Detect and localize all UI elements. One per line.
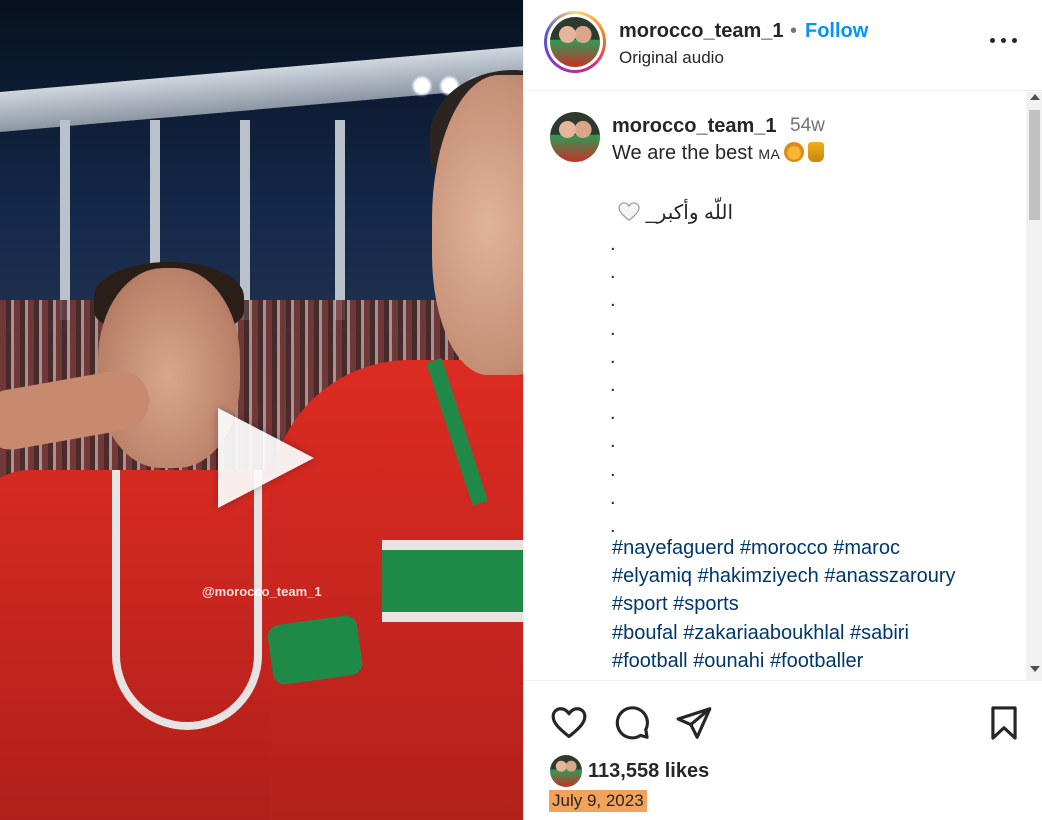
stadium-pillar — [60, 120, 70, 320]
caption-dot-line: . — [610, 317, 616, 340]
hashtag-link[interactable]: #sport — [612, 593, 668, 615]
bookmark-icon[interactable] — [985, 704, 1023, 742]
hashtag-link[interactable]: #nayefaguerd — [612, 537, 734, 559]
audio-link[interactable]: Original audio — [619, 48, 724, 68]
divider — [524, 680, 1042, 681]
caption-dot-line: . — [610, 261, 616, 284]
caption-dot-line: . — [610, 233, 616, 255]
caption-text: We are the best MA — [612, 142, 825, 165]
caption-dot-line: . — [610, 289, 616, 312]
hashtag-link[interactable]: #footballer — [770, 650, 863, 672]
hashtag-line: #football #ounahi #footballer — [612, 647, 1012, 675]
hashtag-line: #nayefaguerd #morocco #maroc — [612, 534, 1012, 562]
hashtag-line: #elyamiq #hakimziyech #anasszaroury — [612, 562, 1012, 590]
hashtag-link[interactable]: #zakariaaboukhlal — [683, 622, 844, 644]
hashtag-link[interactable]: #hakimziyech — [698, 565, 819, 587]
caption-dot-line: . — [610, 430, 616, 453]
hashtag-link[interactable]: #maroc — [833, 537, 900, 559]
avatar-image — [550, 17, 600, 67]
post-media-video[interactable]: @morocco_team_1 — [0, 0, 523, 820]
medal-ribbon — [112, 470, 262, 730]
scrollbar-thumb[interactable] — [1029, 110, 1040, 220]
shirt-stripe — [382, 540, 523, 622]
caption-dot-line: . — [610, 458, 616, 481]
lion-emoji-icon — [784, 142, 805, 162]
scroll-up-arrow-icon[interactable] — [1030, 94, 1040, 100]
post-header: morocco_team_1 • Follow Original audio — [524, 0, 1042, 91]
white-heart-emoji-icon — [618, 202, 640, 221]
hashtag-link[interactable]: #elyamiq — [612, 565, 692, 587]
more-options-icon[interactable] — [990, 38, 1020, 46]
hashtag-link[interactable]: #ounahi — [693, 650, 764, 672]
stadium-pillar — [335, 120, 345, 320]
scroll-down-arrow-icon[interactable] — [1030, 666, 1040, 672]
hashtag-link[interactable]: #boufal — [612, 622, 678, 644]
caption-dot-line: . — [610, 402, 616, 425]
comment-icon[interactable] — [613, 704, 651, 742]
post-date[interactable]: July 9, 2023 — [549, 790, 647, 812]
follow-button[interactable]: Follow — [805, 20, 868, 43]
hashtag-link[interactable]: #sports — [673, 593, 739, 615]
caption-author-avatar[interactable] — [550, 112, 600, 162]
caption-hashtags: #nayefaguerd #morocco #maroc #elyamiq #ha… — [612, 534, 1012, 680]
caption-arabic-line: اللّه وأكبر_ — [612, 200, 733, 225]
hashtag-line: #sport #sports — [612, 590, 1012, 618]
caption-dots: ........... — [610, 230, 630, 540]
author-username[interactable]: morocco_team_1 — [619, 20, 784, 43]
flag-emoji-text: MA — [758, 146, 781, 162]
hashtag-line: #boufal #zakariaaboukhlal #sabiri — [612, 619, 1012, 647]
caption-line: We are the best — [612, 142, 753, 164]
arabic-text: اللّه وأكبر_ — [645, 202, 734, 224]
share-icon[interactable] — [675, 704, 713, 742]
hashtag-link[interactable]: #morocco — [740, 537, 828, 559]
video-watermark: @morocco_team_1 — [202, 584, 322, 599]
liker-avatar[interactable] — [550, 755, 582, 787]
caption-username[interactable]: morocco_team_1 — [612, 115, 777, 138]
author-avatar[interactable] — [544, 11, 606, 73]
caption-scroll-area[interactable]: morocco_team_1 54w We are the best MA ال… — [524, 92, 1042, 680]
hashtag-link[interactable]: #anasszaroury — [824, 565, 955, 587]
caption-dot-line: . — [610, 486, 616, 509]
likes-count[interactable]: 113,558 likes — [588, 760, 709, 783]
hashtag-link[interactable]: #football — [612, 650, 688, 672]
caption-dot-line: . — [610, 373, 616, 396]
caption-dot-line: . — [610, 345, 616, 368]
play-icon[interactable] — [218, 408, 314, 508]
shirt-sleeve — [266, 614, 364, 686]
trophy-emoji-icon — [808, 142, 825, 162]
post-side-panel: morocco_team_1 • Follow Original audio m… — [523, 0, 1042, 820]
heart-icon[interactable] — [550, 704, 588, 742]
separator-dot: • — [790, 20, 798, 42]
caption-timestamp[interactable]: 54w — [790, 115, 825, 137]
hashtag-link[interactable]: #sabiri — [850, 622, 909, 644]
